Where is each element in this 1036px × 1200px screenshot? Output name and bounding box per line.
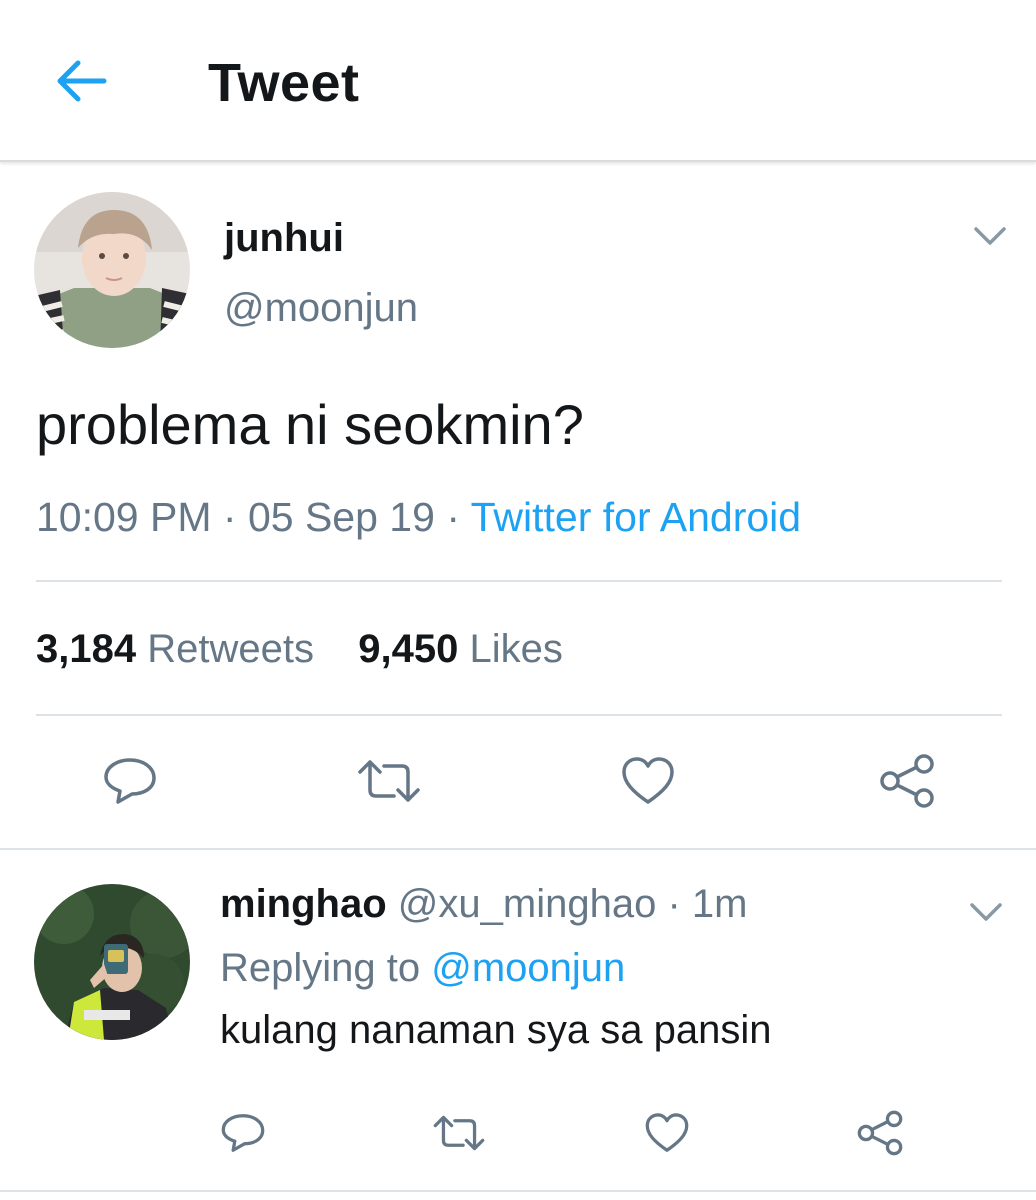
page-title: Tweet — [208, 53, 360, 113]
retweet-icon — [358, 760, 420, 802]
retweets-count: 3,184 — [36, 627, 137, 671]
tweet-time: 10:09 PM — [36, 494, 212, 540]
meta-separator: · — [446, 494, 460, 540]
like-icon — [622, 757, 674, 804]
reply-author-handle[interactable]: @xu_minghao — [398, 882, 657, 926]
author-handle[interactable]: @moonjun — [224, 286, 418, 331]
top-app-bar: Tweet — [0, 0, 1036, 162]
meta-separator: · — [222, 494, 237, 540]
reply-icon — [221, 1114, 265, 1152]
author-name[interactable]: junhui — [224, 216, 344, 261]
reply-retweet-button[interactable] — [432, 1114, 486, 1152]
chevron-down-icon — [970, 903, 1002, 921]
divider — [0, 848, 1036, 850]
divider — [0, 1190, 1036, 1192]
reply-icon — [104, 758, 156, 804]
likes-count: 9,450 — [358, 627, 459, 671]
chevron-down-icon — [974, 227, 1006, 245]
tweet-date: 05 Sep 19 — [247, 494, 435, 540]
reply-share-button[interactable] — [856, 1110, 904, 1156]
divider — [36, 580, 1002, 582]
avatar-photo — [34, 192, 190, 348]
share-icon — [857, 1110, 903, 1156]
arrow-left-icon — [57, 60, 107, 102]
retweet-button[interactable] — [356, 758, 422, 804]
tweet-text: problema ni seokmin? — [36, 393, 584, 456]
share-button[interactable] — [878, 754, 936, 808]
retweets-label: Retweets — [147, 627, 314, 671]
reply-reply-button[interactable] — [220, 1112, 266, 1154]
tweet-stats: 3,184 Retweets 9,450 Likes — [36, 627, 563, 672]
replying-to-mention[interactable]: @moonjun — [431, 946, 625, 990]
tweet-menu-button[interactable] — [972, 222, 1008, 250]
author-avatar[interactable] — [34, 192, 190, 348]
likes-stat[interactable]: 9,450 Likes — [358, 627, 563, 671]
meta-separator: · — [667, 882, 681, 926]
retweets-stat[interactable]: 3,184 Retweets — [36, 627, 325, 671]
avatar-photo — [34, 884, 190, 1040]
reply-time-ago: 1m — [691, 882, 748, 926]
reply-like-button[interactable] — [644, 1112, 690, 1154]
tweet-source-link[interactable]: Twitter for Android — [471, 494, 801, 540]
reply-header: minghao @xu_minghao · 1m — [220, 882, 748, 927]
share-icon — [880, 754, 934, 808]
tweet-meta: 10:09 PM · 05 Sep 19 · Twitter for Andro… — [36, 494, 801, 541]
replying-to-line: Replying to @moonjun — [220, 946, 625, 991]
retweet-icon — [433, 1115, 485, 1151]
like-button[interactable] — [620, 756, 676, 806]
reply-menu-button[interactable] — [968, 898, 1004, 926]
like-icon — [645, 1113, 689, 1152]
reply-author-avatar[interactable] — [34, 884, 190, 1040]
reply-text: kulang nanaman sya sa pansin — [220, 1008, 772, 1052]
reply-author-name[interactable]: minghao — [220, 882, 387, 926]
back-button[interactable] — [52, 56, 110, 106]
reply-button[interactable] — [102, 756, 158, 806]
divider — [36, 714, 1002, 716]
likes-label: Likes — [469, 627, 563, 671]
replying-to-label: Replying to — [220, 946, 421, 990]
